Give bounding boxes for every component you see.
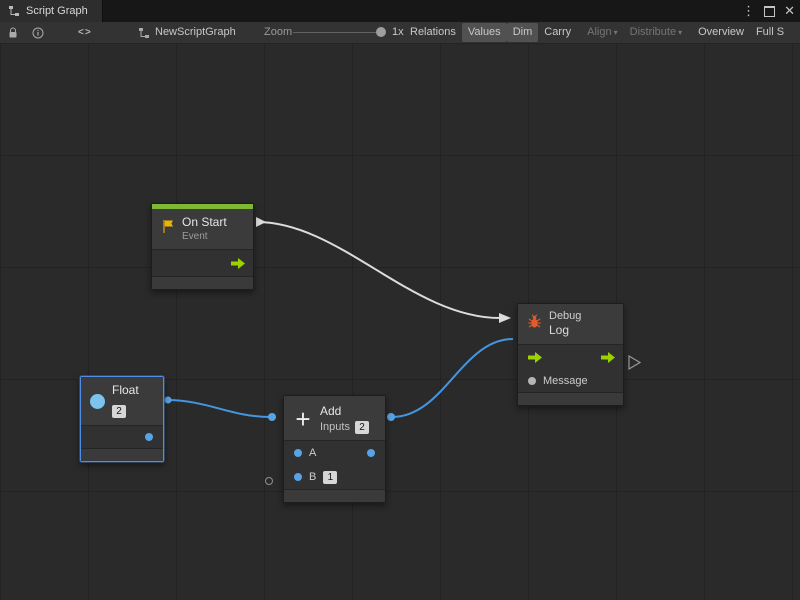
bug-icon <box>527 314 542 334</box>
node-header: Float 2 <box>81 377 163 425</box>
toolbar: <> NewScriptGraph Zoom 1x Relations Valu… <box>0 22 800 44</box>
carry-button[interactable]: Carry <box>538 23 577 42</box>
align-dropdown[interactable]: Align▾ <box>581 23 623 42</box>
script-graph-icon <box>8 1 20 22</box>
inputs-label: Inputs <box>320 421 350 434</box>
close-icon[interactable]: ✕ <box>784 0 795 22</box>
dim-button[interactable]: Dim <box>507 23 539 42</box>
node-footer <box>284 489 385 502</box>
trigger-output-port[interactable] <box>231 258 245 269</box>
tab-title: Script Graph <box>26 5 88 17</box>
chevron-down-icon: ▾ <box>678 28 682 37</box>
node-header: On Start Event <box>152 209 253 249</box>
relations-button[interactable]: Relations <box>404 23 462 42</box>
zoom-label: Zoom <box>264 22 292 43</box>
zoom-value: 1x <box>392 22 404 43</box>
node-title: Add <box>320 404 369 419</box>
port-b-value-field[interactable]: 1 <box>323 471 337 484</box>
node-title: On Start <box>182 215 227 230</box>
toolbar-buttons: Relations Values Dim Carry Align▾ Distri… <box>404 23 800 42</box>
node-title: Float <box>112 383 139 398</box>
graph-name[interactable]: NewScriptGraph <box>155 22 236 43</box>
node-on-start[interactable]: On Start Event <box>151 203 254 290</box>
input-port-a[interactable] <box>294 449 302 457</box>
menu-icon[interactable]: ⋮ <box>742 0 755 22</box>
script-graph-window: Script Graph ⋮ ✕ <> NewScriptGraph Zoom … <box>0 0 800 600</box>
fullscreen-button[interactable]: Full S <box>750 23 790 42</box>
tab-script-graph[interactable]: Script Graph <box>0 0 103 22</box>
info-icon[interactable] <box>32 22 44 43</box>
node-footer <box>518 392 623 405</box>
unconnected-flow-output-port[interactable] <box>628 355 642 370</box>
node-header: + Add Inputs 2 <box>284 396 385 440</box>
node-footer <box>81 448 163 461</box>
node-title: Debug <box>549 310 581 323</box>
values-button[interactable]: Values <box>462 23 507 42</box>
node-add[interactable]: + Add Inputs 2 A B 1 <box>283 395 386 503</box>
zoom-slider-handle[interactable] <box>376 27 386 37</box>
sum-output-port[interactable] <box>367 449 375 457</box>
graph-canvas[interactable]: On Start Event Float 2 <box>0 43 800 600</box>
flag-icon <box>161 219 175 239</box>
float-value-field[interactable]: 2 <box>112 405 126 418</box>
float-type-icon <box>90 394 105 409</box>
input-port-b[interactable] <box>294 473 302 481</box>
node-debug-log[interactable]: Debug Log Message <box>517 303 624 406</box>
window-controls: ⋮ ✕ <box>742 0 795 22</box>
maximize-icon[interactable] <box>764 6 775 17</box>
node-subtitle: Event <box>182 230 227 243</box>
lock-icon[interactable] <box>8 22 18 43</box>
float-output-port[interactable] <box>145 433 153 441</box>
plus-icon: + <box>293 409 313 429</box>
port-a-label: A <box>309 447 316 459</box>
code-icon[interactable]: <> <box>78 22 92 43</box>
zoom-slider-track[interactable] <box>293 32 383 33</box>
message-input-port[interactable] <box>528 377 536 385</box>
node-footer <box>152 276 253 289</box>
titlebar: Script Graph ⋮ ✕ <box>0 0 800 22</box>
port-b-label: B <box>309 471 316 483</box>
connection-wires <box>0 43 800 600</box>
distribute-dropdown[interactable]: Distribute▾ <box>624 23 688 42</box>
chevron-down-icon: ▾ <box>614 28 618 37</box>
inputs-count-field[interactable]: 2 <box>355 421 369 434</box>
node-subtitle: Log <box>549 323 581 338</box>
unconnected-input-port[interactable] <box>265 477 273 485</box>
graph-asset-icon <box>138 22 150 43</box>
zoom-slider[interactable] <box>293 22 383 43</box>
trigger-input-port[interactable] <box>528 352 542 363</box>
message-port-label: Message <box>543 375 588 387</box>
node-float[interactable]: Float 2 <box>80 376 164 462</box>
node-header: Debug Log <box>518 304 623 344</box>
trigger-output-port[interactable] <box>601 352 615 363</box>
overview-button[interactable]: Overview <box>692 23 750 42</box>
